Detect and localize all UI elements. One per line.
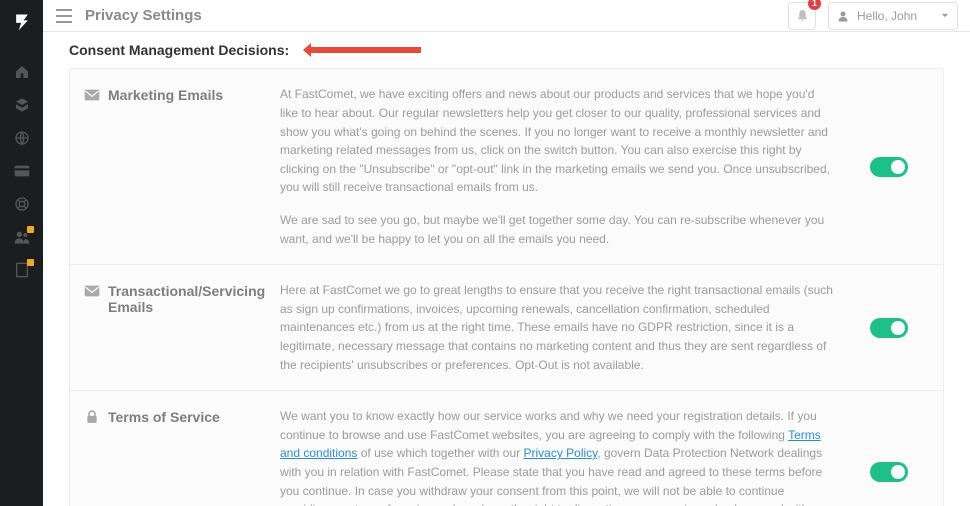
nav-home-icon[interactable] [0, 55, 43, 88]
consent-row-tos: Terms of Service We want you to know exa… [70, 391, 943, 506]
consent-row-transactional: Transactional/Servicing Emails Here at F… [70, 265, 943, 391]
badge-star-icon [27, 226, 34, 233]
consent-description: We are sad to see you go, but maybe we'l… [280, 211, 835, 248]
notifications-button[interactable]: 1 [788, 2, 816, 30]
consent-row-marketing: Marketing Emails At FastComet, we have e… [70, 69, 943, 265]
badge-star-icon [27, 259, 34, 266]
notifications-badge: 1 [808, 0, 821, 10]
user-greeting: Hello, John [857, 9, 933, 23]
user-menu[interactable]: Hello, John [828, 2, 958, 30]
consent-title: Terms of Service [108, 409, 220, 425]
nav-support-icon[interactable] [0, 187, 43, 220]
toggle-transactional[interactable] [870, 318, 908, 338]
nav-products-icon[interactable] [0, 88, 43, 121]
nav-domains-icon[interactable] [0, 121, 43, 154]
page-title: Privacy Settings [85, 7, 202, 24]
nav-notes-icon[interactable] [0, 253, 43, 286]
menu-toggle-icon[interactable] [55, 9, 73, 23]
envelope-icon [84, 88, 100, 102]
envelope-icon [84, 284, 100, 298]
toggle-tos[interactable] [870, 462, 908, 482]
top-bar: Privacy Settings 1 Hello, John [43, 0, 970, 32]
user-icon [837, 10, 849, 22]
nav-referrals-icon[interactable] [0, 220, 43, 253]
nav-billing-icon[interactable] [0, 154, 43, 187]
consent-description: We want you to know exactly how our serv… [280, 407, 835, 506]
annotation-arrow-icon [303, 43, 421, 57]
content-area: Consent Management Decisions: Marketing … [43, 32, 970, 506]
chevron-down-icon [941, 13, 949, 18]
consent-description: At FastComet, we have exciting offers an… [280, 85, 835, 197]
consent-description: Here at FastComet we go to great lengths… [280, 281, 835, 374]
consent-title: Marketing Emails [108, 87, 223, 103]
privacy-policy-link[interactable]: Privacy Policy [523, 446, 597, 460]
left-nav-rail [0, 0, 43, 506]
brand-logo[interactable] [0, 0, 43, 43]
consent-panel: Marketing Emails At FastComet, we have e… [69, 68, 944, 506]
toggle-marketing[interactable] [870, 157, 908, 177]
lock-icon [84, 410, 100, 424]
consent-title: Transactional/Servicing Emails [108, 283, 280, 315]
section-heading: Consent Management Decisions: [69, 42, 289, 58]
